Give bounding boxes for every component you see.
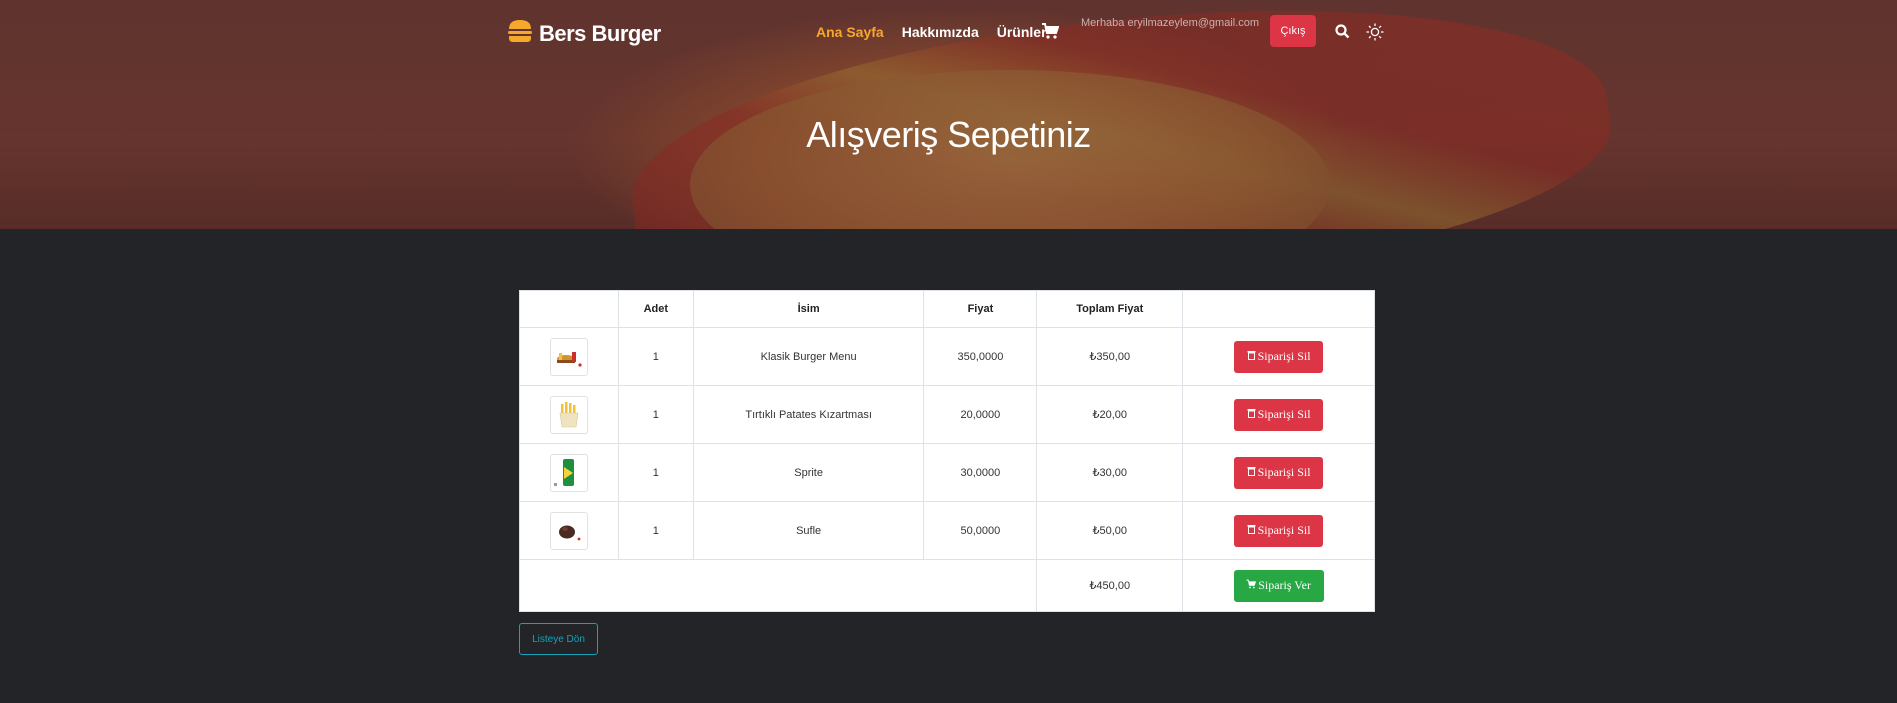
brand[interactable]: Bers Burger [507, 19, 661, 48]
sufle-image [549, 511, 588, 550]
column-header-price: Fiyat [923, 290, 1038, 328]
total-cell: ₺50,00 [1036, 501, 1184, 560]
qty-cell: 1 [617, 501, 694, 560]
back-to-list-button[interactable]: Listeye Dön [519, 623, 598, 655]
column-header-total: Toplam Fiyat [1036, 290, 1184, 328]
table-row: 1 Tırtıklı Patates Kızartması 20,0000 ₺2… [519, 385, 1375, 444]
total-row: ₺450,00 Sipariş Ver [518, 559, 1375, 612]
trash-icon [1247, 465, 1256, 480]
navbar: Bers Burger Ana Sayfa Hakkımızda Ürünler… [0, 0, 1897, 66]
name-cell: Tırtıklı Patates Kızartması [692, 385, 925, 444]
table-row: 1 Klasik Burger Menu 350,0000 ₺350,00 Si… [519, 327, 1375, 386]
sprite-image [549, 453, 588, 492]
price-cell: 350,0000 [923, 327, 1038, 386]
cart-table: Adet İsim Fiyat Toplam Fiyat 1 Klasik Bu… [518, 290, 1375, 612]
delete-order-button[interactable]: Siparişi Sil [1234, 398, 1324, 431]
trash-icon [1247, 349, 1256, 364]
qty-cell: 1 [617, 327, 694, 386]
page-title: Alışveriş Sepetiniz [806, 114, 1091, 155]
column-header-name: İsim [692, 290, 925, 328]
cart-icon[interactable] [1041, 22, 1060, 45]
logout-button[interactable]: Çıkış [1270, 15, 1316, 47]
table-row: 1 Sufle 50,0000 ₺50,00 Siparişi Sil [519, 501, 1375, 560]
delete-order-button[interactable]: Siparişi Sil [1234, 514, 1324, 547]
price-cell: 20,0000 [923, 385, 1038, 444]
grand-total-cell: ₺450,00 [1036, 559, 1184, 612]
delete-order-label: Siparişi Sil [1257, 349, 1311, 363]
qty-cell: 1 [617, 385, 694, 444]
price-cell: 50,0000 [923, 501, 1038, 560]
name-cell: Sufle [692, 501, 925, 560]
burger-menu-image [549, 337, 588, 376]
trash-icon [1247, 407, 1256, 422]
total-cell: ₺20,00 [1036, 385, 1184, 444]
name-cell: Klasik Burger Menu [692, 327, 925, 386]
delete-order-label: Siparişi Sil [1257, 523, 1311, 537]
trash-icon [1247, 523, 1256, 538]
brand-name: Bers Burger [539, 20, 661, 46]
search-icon[interactable] [1335, 24, 1350, 44]
nav-link-products[interactable]: Ürünler [997, 24, 1047, 40]
qty-cell: 1 [617, 443, 694, 502]
place-order-label: Sipariş Ver [1258, 578, 1311, 592]
burger-logo-icon [507, 19, 533, 48]
column-header-qty: Adet [617, 290, 694, 328]
cart-icon [1246, 578, 1257, 593]
hero-banner: Bers Burger Ana Sayfa Hakkımızda Ürünler… [0, 0, 1897, 229]
nav-link-about[interactable]: Hakkımızda [902, 24, 979, 40]
table-header-row: Adet İsim Fiyat Toplam Fiyat [519, 290, 1375, 328]
place-order-button[interactable]: Sipariş Ver [1233, 569, 1324, 602]
fries-image [549, 395, 588, 434]
user-greeting: Merhaba eryilmazeylem@gmail.com [1081, 17, 1260, 29]
name-cell: Sprite [692, 443, 925, 502]
delete-order-label: Siparişi Sil [1257, 407, 1311, 421]
nav-links: Ana Sayfa Hakkımızda Ürünler [816, 24, 1047, 40]
nav-link-home[interactable]: Ana Sayfa [816, 24, 884, 40]
table-row: 1 Sprite 30,0000 ₺30,00 Siparişi Sil [519, 443, 1375, 502]
price-cell: 30,0000 [923, 443, 1038, 502]
column-header-actions [1182, 290, 1375, 328]
total-cell: ₺30,00 [1036, 443, 1184, 502]
sun-icon[interactable] [1366, 23, 1384, 46]
column-header-image [519, 290, 619, 328]
delete-order-button[interactable]: Siparişi Sil [1234, 456, 1324, 489]
delete-order-button[interactable]: Siparişi Sil [1234, 340, 1324, 373]
delete-order-label: Siparişi Sil [1257, 465, 1311, 479]
total-cell: ₺350,00 [1036, 327, 1184, 386]
